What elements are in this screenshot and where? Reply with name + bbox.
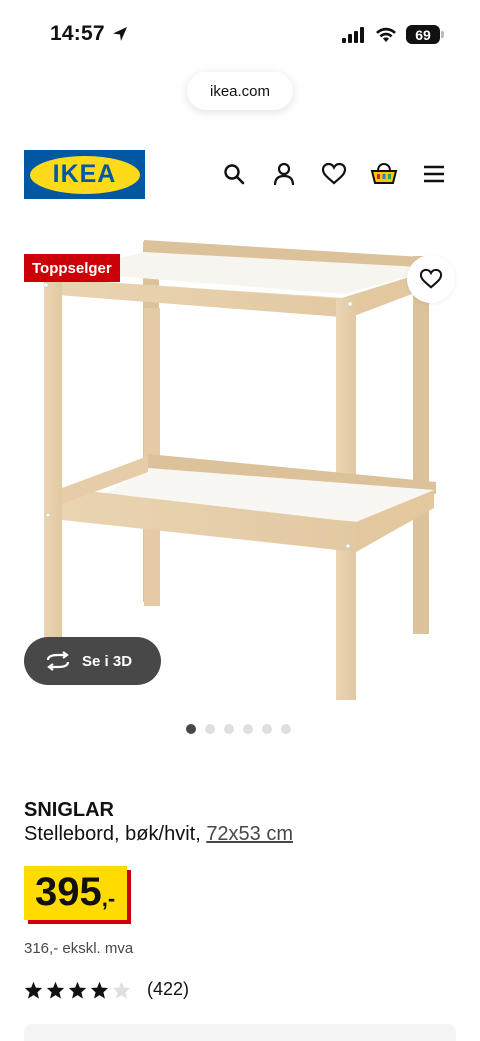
battery-level: 69	[415, 26, 431, 43]
status-time: 14:57	[50, 22, 129, 46]
search-button[interactable]	[220, 160, 248, 188]
url-bar[interactable]: ikea.com	[187, 72, 293, 110]
search-icon	[224, 164, 245, 185]
pagination-dot[interactable]	[243, 724, 253, 734]
pagination-dot[interactable]	[205, 724, 215, 734]
location-arrow-icon	[112, 27, 127, 41]
account-button[interactable]	[270, 160, 298, 188]
star-icon	[90, 981, 109, 999]
price-suffix: ,-	[101, 886, 116, 911]
image-pagination	[186, 724, 291, 734]
badge-label: Toppselger	[32, 259, 112, 277]
star-icon	[46, 981, 65, 999]
review-count: (422)	[147, 979, 190, 999]
user-icon	[273, 162, 295, 186]
header-actions	[220, 160, 448, 188]
url-text: ikea.com	[209, 82, 271, 100]
heart-icon	[321, 162, 347, 185]
wifi-icon	[376, 27, 396, 42]
status-bar: 14:57 69	[0, 0, 480, 70]
clock: 14:57	[50, 22, 105, 45]
top-seller-badge: Toppselger	[24, 254, 120, 282]
menu-icon	[424, 165, 444, 183]
view-in-3d-label: Se i 3D	[82, 652, 133, 670]
star-icon	[24, 981, 43, 999]
pagination-dot[interactable]	[262, 724, 272, 734]
status-indicators: 69	[342, 25, 444, 44]
logo-text: IKEA	[52, 160, 117, 188]
battery-indicator: 69	[406, 25, 444, 44]
product-rating[interactable]: (422)	[24, 979, 189, 1000]
add-to-favourites-button[interactable]	[407, 255, 455, 303]
basket-icon	[370, 162, 398, 184]
pagination-dot[interactable]	[186, 724, 196, 734]
basket-button[interactable]	[370, 160, 398, 188]
rotate-3d-icon	[46, 651, 70, 671]
product-name: SNIGLAR	[24, 799, 114, 821]
pagination-dot[interactable]	[281, 724, 291, 734]
logo-oval: IKEA	[29, 155, 140, 194]
menu-button[interactable]	[420, 160, 448, 188]
favourites-button[interactable]	[320, 160, 348, 188]
product-size-link[interactable]: 72x53 cm	[206, 823, 293, 845]
heart-icon	[419, 268, 443, 289]
product-type: Stellebord, bøk/hvit,	[24, 823, 207, 845]
info-card[interactable]	[24, 1024, 456, 1041]
ikea-logo[interactable]: IKEA	[24, 150, 145, 199]
view-in-3d-button[interactable]: Se i 3D	[24, 637, 161, 685]
product-description: Stellebord, bøk/hvit, 72x53 cm	[24, 823, 293, 846]
price-value: 395	[35, 870, 102, 914]
star-icon	[68, 981, 87, 999]
pagination-dot[interactable]	[224, 724, 234, 734]
price-excl-vat: 316,- ekskl. mva	[24, 940, 134, 957]
rating-stars	[24, 981, 131, 999]
cellular-signal-icon	[342, 26, 364, 43]
star-empty-icon	[112, 981, 131, 999]
price-tag-face: 395 ,-	[24, 866, 127, 920]
